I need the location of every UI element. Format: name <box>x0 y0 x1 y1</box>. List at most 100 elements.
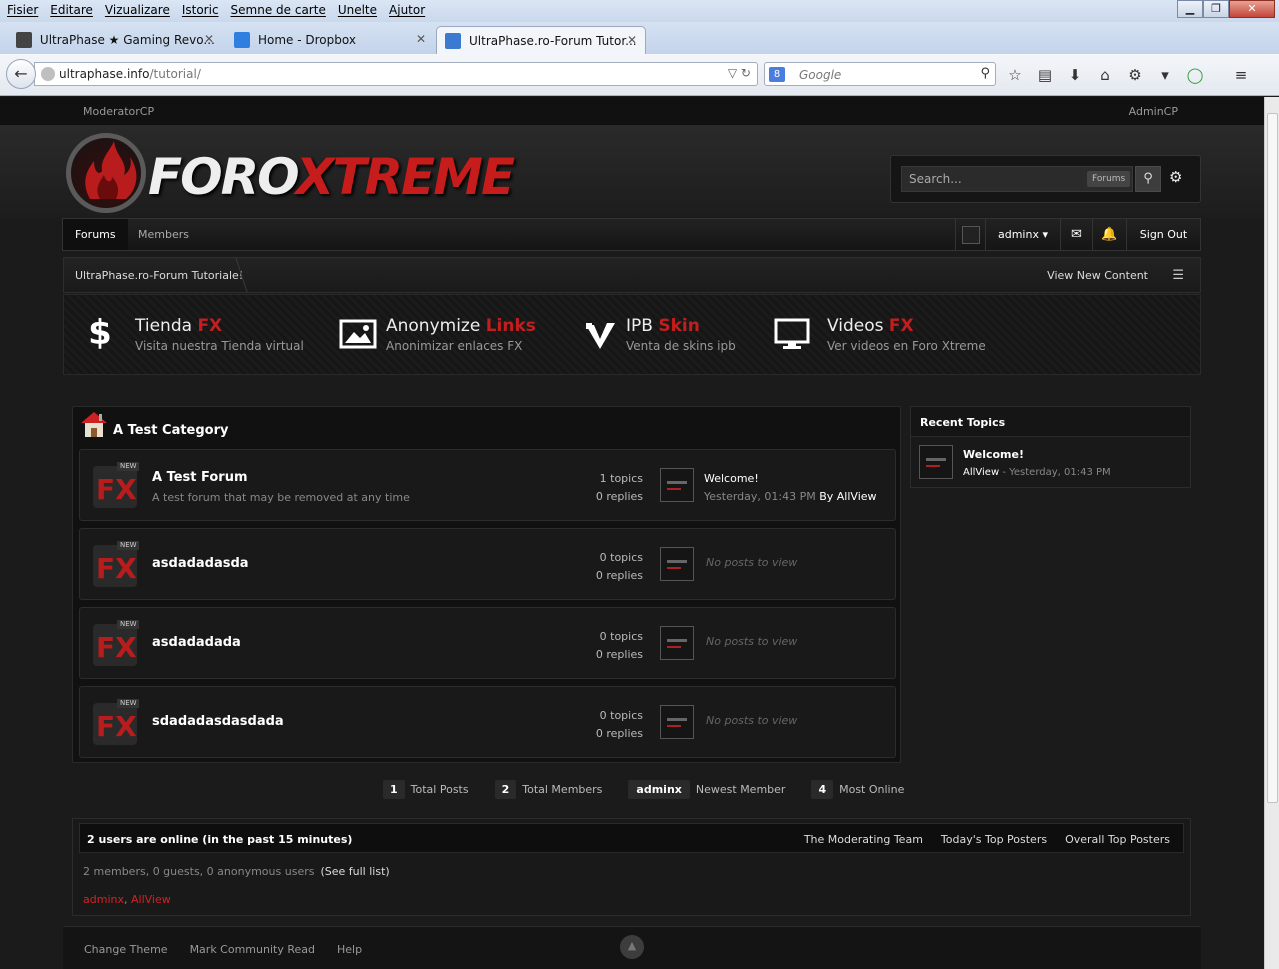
sign-out-link[interactable]: Sign Out <box>1126 219 1200 250</box>
most-online-count: 4 <box>811 779 834 799</box>
help-link[interactable]: Help <box>337 943 362 956</box>
mark-community-read-link[interactable]: Mark Community Read <box>190 943 315 956</box>
online-user-link[interactable]: adminx <box>83 893 124 906</box>
forum-name[interactable]: asdadadasda <box>152 556 249 571</box>
admin-cp-link[interactable]: AdminCP <box>1129 105 1178 118</box>
tab-dropbox[interactable]: Home - Dropbox ✕ <box>226 26 434 54</box>
promo-tienda[interactable]: $ Tienda FX Visita nuestra Tienda virtua… <box>80 295 310 374</box>
menu-file[interactable]: Fisier <box>4 3 41 17</box>
minimize-button[interactable]: ▁ <box>1177 0 1203 18</box>
recent-topic-meta: AllView - Yesterday, 01:43 PM <box>963 467 1111 478</box>
main-nav: Forums Members adminx ▾ ✉ 🔔 Sign Out <box>62 218 1201 251</box>
sync-icon[interactable]: ◯ <box>1186 66 1204 84</box>
browser-navbar: ultraphase.info/tutorial/ ▽ ↻ ← 8 Google… <box>0 54 1279 96</box>
view-new-content-link[interactable]: View New Content <box>1047 269 1148 282</box>
recent-topic-title[interactable]: Welcome! <box>963 448 1024 461</box>
page-scrollbar[interactable] <box>1264 97 1279 969</box>
dropdown-arrow-icon[interactable]: ▾ <box>1156 66 1174 84</box>
moderator-cp-link[interactable]: ModeratorCP <box>83 105 154 118</box>
menu-bookmarks[interactable]: Semne de carte <box>228 3 329 17</box>
downloads-icon[interactable]: ⬇ <box>1066 66 1084 84</box>
nav-members[interactable]: Members <box>138 219 189 250</box>
last-poster-avatar[interactable] <box>660 468 694 502</box>
last-poster-avatar[interactable] <box>660 547 694 581</box>
overall-top-posters-link[interactable]: Overall Top Posters <box>1065 833 1170 846</box>
top-strip: ModeratorCP AdminCP <box>0 97 1264 125</box>
bookmark-star-icon[interactable]: ☆ <box>1006 66 1024 84</box>
close-tab-icon[interactable]: ✕ <box>204 32 214 46</box>
menu-view[interactable]: Vizualizare <box>102 3 173 17</box>
hamburger-menu-icon[interactable]: ≡ <box>1232 66 1250 84</box>
recent-topic-user[interactable]: AllView <box>963 467 999 478</box>
promo-videos[interactable]: Videos FX Ver videos en Foro Xtreme <box>772 295 1002 374</box>
last-poster-avatar[interactable] <box>660 705 694 739</box>
messages-icon[interactable]: ✉ <box>1060 219 1092 250</box>
scrollbar-thumb[interactable] <box>1267 113 1278 803</box>
nav-forums[interactable]: Forums <box>63 219 128 250</box>
tab-forum-active[interactable]: UltraPhase.ro-Forum Tutor... ✕ <box>436 26 646 54</box>
recent-topic-avatar[interactable] <box>919 445 953 479</box>
addon-icon[interactable]: ⚙ <box>1126 66 1144 84</box>
search-options-gear-icon[interactable]: ⚙ <box>1169 168 1182 186</box>
breadcrumb[interactable]: UltraPhase.ro-Forum Tutoriale! <box>75 269 243 282</box>
online-user-link[interactable]: AllView <box>131 893 171 906</box>
site-search-button[interactable]: ⚲ <box>1135 166 1161 192</box>
forum-stats: 1 topics 0 replies <box>596 470 643 506</box>
online-user-names: adminx, AllView <box>83 893 171 906</box>
no-posts-text: No posts to view <box>706 556 798 569</box>
change-theme-link[interactable]: Change Theme <box>84 943 168 956</box>
back-to-top-icon[interactable]: ▲ <box>620 935 644 959</box>
google-engine-icon[interactable]: 8 <box>769 67 785 82</box>
menu-history[interactable]: Istoric <box>179 3 222 17</box>
close-tab-icon[interactable]: ✕ <box>416 32 426 46</box>
user-avatar[interactable] <box>955 219 985 250</box>
see-full-list-link[interactable]: (See full list) <box>320 865 389 878</box>
promo-subtitle: Anonimizar enlaces FX <box>386 339 523 353</box>
search-scope-badge[interactable]: Forums <box>1087 171 1131 187</box>
moderating-team-link[interactable]: The Moderating Team <box>804 833 923 846</box>
tab-ultraphase-gaming[interactable]: UltraPhase ★ Gaming Revo... ✕ <box>8 26 222 54</box>
close-window-button[interactable]: ✕ <box>1229 0 1275 18</box>
dollar-icon: $ <box>88 313 112 353</box>
promo-anonymize[interactable]: Anonymize Links Anonimizar enlaces FX <box>338 295 568 374</box>
close-tab-icon[interactable]: ✕ <box>627 33 637 47</box>
menu-help[interactable]: Ajutor <box>386 3 428 17</box>
user-menu[interactable]: adminx ▾ <box>985 219 1060 250</box>
url-dropdown-reload-icons[interactable]: ▽ ↻ <box>728 66 751 80</box>
last-post-info: Welcome! Yesterday, 01:43 PM By AllView <box>704 470 877 506</box>
search-icon[interactable]: ⚲ <box>980 66 990 81</box>
home-icon[interactable]: ⌂ <box>1096 66 1114 84</box>
forum-description: A test forum that may be removed at any … <box>152 491 410 504</box>
forum-name[interactable]: A Test Forum <box>152 470 248 485</box>
fx-forum-icon: FX NEW <box>90 698 140 748</box>
last-post-user[interactable]: AllView <box>837 490 877 503</box>
promo-title-text: IPB <box>626 316 653 336</box>
forum-row: FX NEW asdadadasda 0 topics 0 replies No … <box>79 528 896 600</box>
promo-ipb-skin[interactable]: IPB Skin Venta de skins ipb <box>580 295 780 374</box>
category-title[interactable]: A Test Category <box>113 423 229 438</box>
globe-icon <box>41 67 55 81</box>
forum-stats: 0 topics 0 replies <box>596 628 643 664</box>
online-users-header: 2 users are online (in the past 15 minut… <box>79 823 1184 853</box>
svg-text:FX: FX <box>96 631 137 664</box>
menu-edit[interactable]: Editare <box>47 3 96 17</box>
menu-tools[interactable]: Unelte <box>335 3 380 17</box>
forum-name[interactable]: sdadadasdasdada <box>152 714 284 729</box>
maximize-button[interactable]: ❐ <box>1203 0 1229 18</box>
last-poster-avatar[interactable] <box>660 626 694 660</box>
notifications-bell-icon[interactable]: 🔔 <box>1092 219 1126 250</box>
list-view-icon[interactable]: ☰ <box>1172 268 1184 283</box>
back-button[interactable]: ← <box>6 59 36 89</box>
todays-top-posters-link[interactable]: Today's Top Posters <box>941 833 1047 846</box>
forum-logo[interactable]: FOROXTREME <box>66 129 515 215</box>
last-post-title[interactable]: Welcome! <box>704 470 877 488</box>
flame-icon <box>85 141 137 199</box>
browser-search-bar[interactable]: 8 Google ⚲ <box>764 62 996 86</box>
newest-member-name[interactable]: adminx <box>628 779 690 799</box>
url-bar[interactable]: ultraphase.info/tutorial/ ▽ ↻ <box>34 62 758 86</box>
dropbox-favicon <box>234 32 250 48</box>
forum-stats: 0 topics 0 replies <box>596 549 643 585</box>
bookmarks-list-icon[interactable]: ▤ <box>1036 66 1054 84</box>
forum-name[interactable]: asdadadada <box>152 635 241 650</box>
house-icon <box>81 412 107 437</box>
